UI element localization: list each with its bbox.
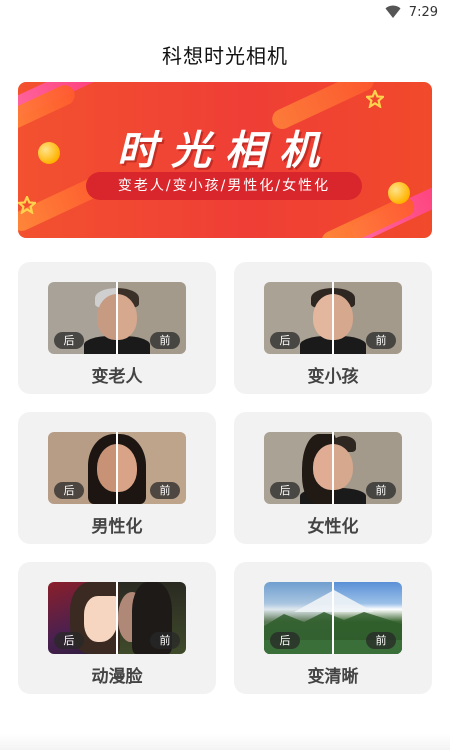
page-title: 科想时光相机 (162, 44, 288, 68)
bottom-shadow (0, 734, 450, 750)
feature-card-enhance[interactable]: 后 前 变清晰 (234, 562, 432, 694)
banner-subtitle: 变老人/变小孩/男性化/女性化 (86, 172, 362, 200)
preview-image: 后 前 (48, 432, 186, 504)
feature-label: 动漫脸 (91, 667, 143, 687)
feature-label: 男性化 (91, 517, 143, 537)
star-icon (366, 90, 384, 108)
preview-image: 后 前 (48, 582, 186, 654)
banner[interactable]: 时光相机 变老人/变小孩/男性化/女性化 (18, 82, 432, 238)
coin-decoration (388, 182, 410, 204)
feature-card-child[interactable]: 后 前 变小孩 (234, 262, 432, 394)
star-icon (18, 196, 36, 214)
feature-label: 变老人 (91, 367, 143, 387)
preview-image: 后 前 (264, 432, 402, 504)
feature-label: 女性化 (307, 517, 359, 537)
status-time: 7:29 (408, 4, 438, 20)
banner-title: 时光相机 (117, 128, 333, 174)
preview-image: 后 前 (264, 282, 402, 354)
status-bar: 7:29 (0, 0, 450, 24)
feature-card-anime[interactable]: 后 前 动漫脸 (18, 562, 216, 694)
wifi-icon (385, 5, 401, 18)
feature-label: 变清晰 (307, 667, 359, 687)
feature-card-feminine[interactable]: 后 前 女性化 (234, 412, 432, 544)
preview-image: 后 前 (48, 282, 186, 354)
feature-card-masculine[interactable]: 后 前 男性化 (18, 412, 216, 544)
feature-label: 变小孩 (307, 367, 359, 387)
feature-card-old[interactable]: 后 前 变老人 (18, 262, 216, 394)
preview-image: 后 前 (264, 582, 402, 654)
